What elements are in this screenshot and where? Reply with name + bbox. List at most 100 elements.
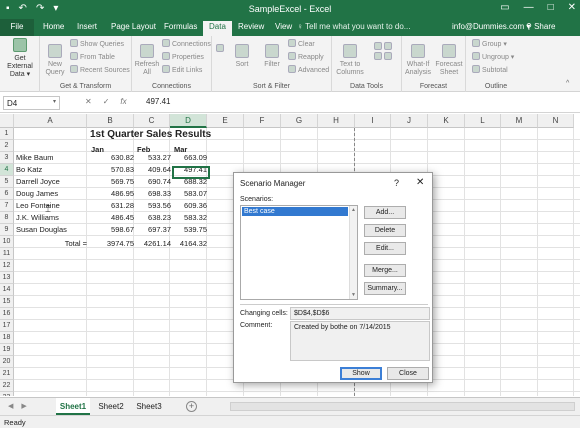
sheet-tab-2[interactable]: Sheet2 — [94, 398, 128, 415]
tab-file[interactable]: File — [0, 19, 34, 36]
cell-name[interactable]: Doug James — [16, 189, 86, 198]
row-header-4[interactable]: 4 — [0, 164, 14, 176]
close-button[interactable]: Close — [387, 367, 429, 380]
scenario-item[interactable]: Best case — [242, 207, 348, 216]
collapse-ribbon-icon[interactable]: ^ — [566, 80, 569, 87]
cell-jan[interactable]: 570.83 — [90, 165, 134, 174]
cell-mar[interactable]: 663.09 — [173, 153, 207, 162]
tab-data[interactable]: Data — [203, 21, 232, 36]
from-table-button[interactable]: From Table — [70, 52, 115, 61]
merge-button[interactable]: Merge... — [364, 264, 406, 277]
cell-feb[interactable]: 409.64 — [137, 165, 171, 174]
refresh-all-button[interactable]: Refresh All — [134, 44, 160, 77]
row-header-3[interactable]: 3 — [0, 152, 14, 164]
row-header-2[interactable]: 2 — [0, 140, 14, 152]
cell-feb[interactable]: 533.27 — [137, 153, 171, 162]
cell-jan[interactable]: 486.95 — [90, 189, 134, 198]
column-header-a[interactable]: A — [14, 114, 87, 128]
row-header-13[interactable]: 13 — [0, 272, 14, 284]
row-header-10[interactable]: 10 — [0, 236, 14, 248]
row-header-23[interactable]: 23 — [0, 392, 14, 396]
recent-sources-button[interactable]: Recent Sources — [70, 65, 130, 74]
sheet-title[interactable]: 1st Quarter Sales Results — [90, 129, 211, 140]
cell-mar[interactable]: 583.07 — [173, 189, 207, 198]
column-header-g[interactable]: G — [281, 114, 318, 128]
cell-name[interactable]: Susan Douglas — [16, 225, 86, 234]
name-box-dropdown-icon[interactable]: ▾ — [53, 98, 56, 105]
tell-me-box[interactable]: ♀ Tell me what you want to do... — [297, 22, 410, 31]
properties-button[interactable]: Properties — [162, 52, 204, 61]
what-if-analysis-button[interactable]: What-If Analysis — [402, 44, 434, 77]
row-header-5[interactable]: 5 — [0, 176, 14, 188]
insert-function-icon[interactable]: fx — [120, 97, 126, 106]
scroll-down-icon[interactable]: ▼ — [350, 292, 357, 298]
add-button[interactable]: Add... — [364, 206, 406, 219]
cell-name[interactable]: Darrell Joyce — [16, 177, 86, 186]
row-header-14[interactable]: 14 — [0, 284, 14, 296]
formula-input[interactable]: 497.41 — [146, 97, 170, 106]
prev-sheet-icon[interactable]: ◀ — [8, 402, 13, 410]
forecast-sheet-button[interactable]: Forecast Sheet — [434, 44, 464, 77]
list-scrollbar[interactable]: ▲ ▼ — [349, 206, 357, 299]
tab-formulas[interactable]: Formulas — [164, 22, 197, 31]
connections-button[interactable]: Connections — [162, 39, 211, 48]
row-header-11[interactable]: 11 — [0, 248, 14, 260]
scenarios-list[interactable]: Best case ▲ ▼ — [240, 205, 358, 300]
name-box[interactable]: D4 — [3, 96, 60, 110]
cell-feb[interactable]: 638.23 — [137, 213, 171, 222]
close-icon[interactable]: ✕ — [416, 177, 424, 188]
next-sheet-icon[interactable]: ▶ — [21, 402, 26, 410]
row-header-7[interactable]: 7 — [0, 200, 14, 212]
cell-mar[interactable]: 539.75 — [173, 225, 207, 234]
select-all-corner[interactable] — [0, 114, 14, 128]
user-account[interactable]: info@Dummies.com ▾ — [452, 22, 530, 31]
cell-jan[interactable]: 630.82 — [90, 153, 134, 162]
close-window-icon[interactable]: ✕ — [568, 2, 576, 13]
cell-name[interactable]: Mike Baum — [16, 153, 86, 162]
cell-feb[interactable]: 690.74 — [137, 177, 171, 186]
subtotal-button[interactable]: Subtotal — [472, 65, 508, 74]
clear-button[interactable]: Clear — [288, 39, 315, 48]
column-header-f[interactable]: F — [244, 114, 281, 128]
get-external-data-button[interactable]: Get External Data ▾ — [2, 38, 38, 79]
tab-view[interactable]: View — [275, 22, 292, 31]
new-query-button[interactable]: New Query — [42, 44, 68, 77]
filter-button[interactable]: Filter — [258, 44, 286, 69]
row-header-16[interactable]: 16 — [0, 308, 14, 320]
column-header-c[interactable]: C — [134, 114, 170, 128]
row-header-20[interactable]: 20 — [0, 356, 14, 368]
show-queries-button[interactable]: Show Queries — [70, 39, 124, 48]
add-sheet-icon[interactable]: + — [186, 401, 197, 412]
column-header-n[interactable]: N — [538, 114, 574, 128]
total-jan[interactable]: 3974.75 — [90, 239, 134, 248]
total-mar[interactable]: 4164.32 — [173, 239, 207, 248]
enter-icon[interactable]: ✓ — [103, 97, 110, 106]
column-header-j[interactable]: J — [391, 114, 428, 128]
row-header-17[interactable]: 17 — [0, 320, 14, 332]
row-header-1[interactable]: 1 — [0, 128, 14, 140]
cell-jan[interactable]: 598.67 — [90, 225, 134, 234]
row-header-22[interactable]: 22 — [0, 380, 14, 392]
minimize-icon[interactable]: — — [524, 2, 534, 13]
column-header-l[interactable]: L — [465, 114, 501, 128]
advanced-button[interactable]: Advanced — [288, 65, 329, 74]
row-header-18[interactable]: 18 — [0, 332, 14, 344]
data-tools-more-icons[interactable] — [370, 42, 398, 62]
total-label[interactable]: Total = — [14, 239, 87, 248]
cell-name[interactable]: J.K. Williams — [16, 213, 86, 222]
cancel-icon[interactable]: ✕ — [85, 97, 92, 106]
sort-az-button[interactable] — [214, 44, 228, 54]
group-button[interactable]: Group ▾ — [472, 39, 507, 48]
cell-feb[interactable]: 593.56 — [137, 201, 171, 210]
cell-jan[interactable]: 631.28 — [90, 201, 134, 210]
maximize-icon[interactable]: □ — [548, 2, 554, 13]
sort-button[interactable]: Sort — [228, 44, 256, 69]
total-feb[interactable]: 4261.14 — [137, 239, 171, 248]
column-header-k[interactable]: K — [428, 114, 465, 128]
delete-button[interactable]: Delete — [364, 224, 406, 237]
column-header-b[interactable]: B — [87, 114, 134, 128]
share-button[interactable]: ⚲ Share — [526, 22, 555, 31]
row-header-12[interactable]: 12 — [0, 260, 14, 272]
edit-links-button[interactable]: Edit Links — [162, 65, 202, 74]
row-header-8[interactable]: 8 — [0, 212, 14, 224]
